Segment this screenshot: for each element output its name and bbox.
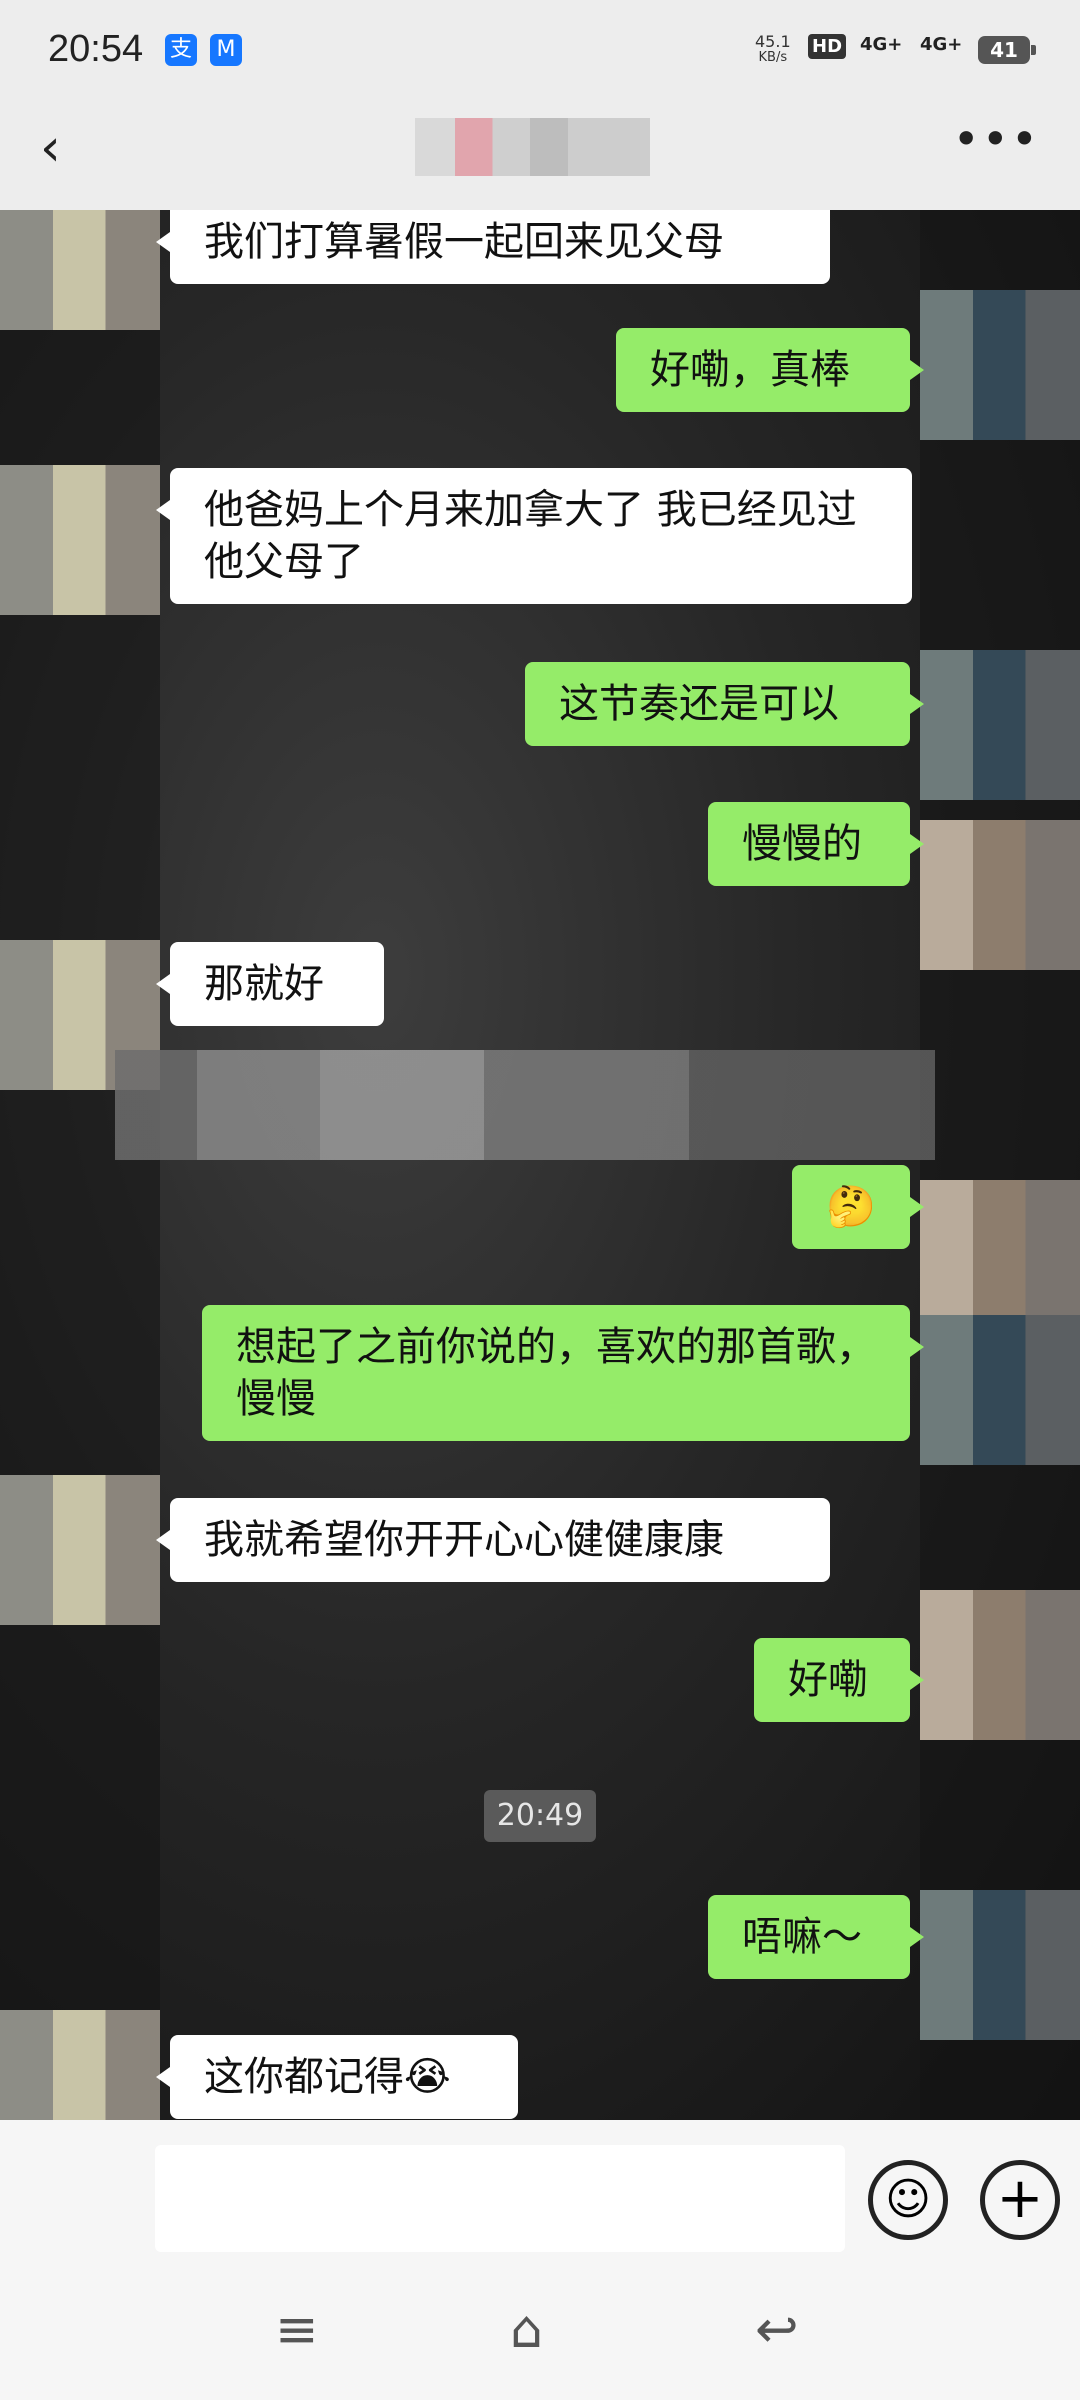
message-bubble-incoming[interactable]: 我们打算暑假一起回来见父母 xyxy=(156,210,830,284)
avatar[interactable] xyxy=(0,210,160,330)
message-bubble-outgoing[interactable]: 这节奏还是可以 xyxy=(525,662,924,746)
redacted-avatar-column-right xyxy=(920,210,1080,2120)
hd-icon: HD xyxy=(808,34,847,59)
input-bar: ☺ + xyxy=(0,2120,1080,2260)
chat-header: ‹ ••• xyxy=(0,100,1080,210)
signal-icon-2: 4G+ xyxy=(920,34,963,55)
battery-icon: 41 xyxy=(978,36,1036,64)
avatar[interactable] xyxy=(920,1315,1080,1465)
message-bubble-outgoing[interactable]: 唔嘛～ xyxy=(708,1895,924,1979)
emoji-icon[interactable]: ☺ xyxy=(868,2160,948,2240)
avatar[interactable] xyxy=(920,1890,1080,2040)
status-time: 20:54 xyxy=(48,28,144,70)
system-nav-bar: ≡ ⌂ ↩ xyxy=(0,2260,1080,2400)
message-bubble-outgoing[interactable]: 慢慢的 xyxy=(708,802,924,886)
message-bubble-incoming[interactable]: 这你都记得😭 xyxy=(156,2035,518,2119)
avatar[interactable] xyxy=(0,1475,160,1625)
more-icon[interactable]: ••• xyxy=(953,112,1040,166)
message-bubble-outgoing[interactable]: 好嘞 xyxy=(754,1638,924,1722)
avatar[interactable] xyxy=(920,820,1080,970)
net-speed: 45.1 KB/s xyxy=(755,34,791,66)
back-nav-icon[interactable]: ↩ xyxy=(755,2300,799,2360)
message-bubble-incoming[interactable]: 我就希望你开开心心健健康康 xyxy=(156,1498,830,1582)
chat-area[interactable]: 我们打算暑假一起回来见父母 好嘞，真棒 他爸妈上个月来加拿大了 我已经见过他父母… xyxy=(0,210,1080,2120)
chat-title-redacted xyxy=(415,118,650,176)
signal-icon-1: 4G+ xyxy=(860,34,903,55)
mail-icon: M xyxy=(210,34,242,66)
avatar[interactable] xyxy=(0,2010,160,2120)
status-bar: 20:54 支 M 45.1 KB/s HD 4G+ 4G+ 41 xyxy=(0,0,1080,100)
redacted-message xyxy=(115,1050,935,1160)
back-icon[interactable]: ‹ xyxy=(40,118,61,178)
message-bubble-outgoing[interactable]: 想起了之前你说的，喜欢的那首歌，慢慢 xyxy=(202,1305,924,1441)
avatar[interactable] xyxy=(920,1590,1080,1740)
avatar[interactable] xyxy=(920,290,1080,440)
net-speed-value: 45.1 xyxy=(755,32,791,51)
avatar[interactable] xyxy=(920,650,1080,800)
net-speed-unit: KB/s xyxy=(758,50,788,65)
message-bubble-incoming[interactable]: 那就好 xyxy=(156,942,384,1026)
avatar[interactable] xyxy=(920,1180,1080,1330)
message-bubble-outgoing[interactable]: 好嘞，真棒 xyxy=(616,328,924,412)
home-icon[interactable]: ⌂ xyxy=(510,2300,543,2360)
message-bubble-outgoing[interactable]: 🤔 xyxy=(792,1165,924,1249)
alipay-icon: 支 xyxy=(165,34,197,66)
menu-icon[interactable]: ≡ xyxy=(275,2300,319,2360)
message-bubble-incoming[interactable]: 他爸妈上个月来加拿大了 我已经见过他父母了 xyxy=(156,468,912,604)
message-timestamp: 20:49 xyxy=(484,1790,596,1842)
plus-icon[interactable]: + xyxy=(980,2160,1060,2240)
message-input[interactable] xyxy=(155,2145,845,2252)
avatar[interactable] xyxy=(0,465,160,615)
